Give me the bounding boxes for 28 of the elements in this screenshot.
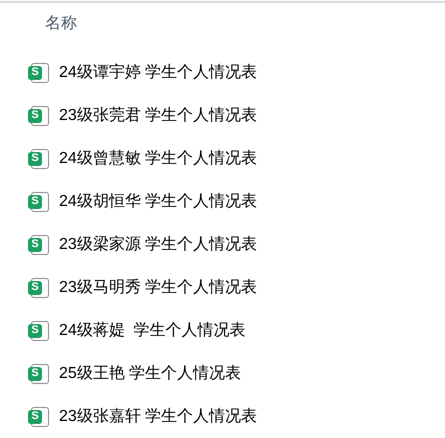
file-item[interactable]: S 23级张嘉轩 学生个人情况表	[0, 395, 445, 438]
file-item[interactable]: S 23级马明秀 学生个人情况表	[0, 266, 445, 309]
file-name: 23级张莞君 学生个人情况表	[59, 106, 258, 126]
file-item[interactable]: S 24级胡恒华 学生个人情况表	[0, 180, 445, 223]
file-name: 25级王艳 学生个人情况表	[59, 364, 242, 384]
file-item[interactable]: S 24级蒋媞 学生个人情况表	[0, 309, 445, 352]
spreadsheet-icon: S	[28, 278, 49, 298]
file-item[interactable]: S 23级张莞君 学生个人情况表	[0, 94, 445, 137]
column-header[interactable]: 名称	[45, 12, 77, 36]
file-item[interactable]: S 25级王艳 学生个人情况表	[0, 352, 445, 395]
spreadsheet-icon: S	[28, 192, 49, 212]
file-name: 23级张嘉轩 学生个人情况表	[59, 406, 258, 426]
file-item[interactable]: S 24级谭宇婷 学生个人情况表	[0, 51, 445, 94]
file-name: 24级谭宇婷 学生个人情况表	[59, 62, 258, 82]
file-item[interactable]: S 24级曾慧敏 学生个人情况表	[0, 137, 445, 180]
spreadsheet-icon: S	[28, 148, 49, 168]
spreadsheet-icon: S	[28, 364, 49, 384]
spreadsheet-icon: S	[28, 234, 49, 254]
spreadsheet-icon: S	[28, 320, 49, 340]
file-name: 23级梁家源 学生个人情况表	[59, 234, 258, 254]
file-name: 24级曾慧敏 学生个人情况表	[59, 148, 258, 168]
file-name: 24级胡恒华 学生个人情况表	[59, 192, 258, 212]
spreadsheet-icon: S	[28, 106, 49, 126]
file-name: 23级马明秀 学生个人情况表	[59, 278, 258, 298]
file-name: 24级蒋媞 学生个人情况表	[59, 320, 246, 340]
spreadsheet-icon: S	[28, 406, 49, 426]
file-item[interactable]: S 23级梁家源 学生个人情况表	[0, 223, 445, 266]
spreadsheet-icon: S	[28, 62, 49, 82]
